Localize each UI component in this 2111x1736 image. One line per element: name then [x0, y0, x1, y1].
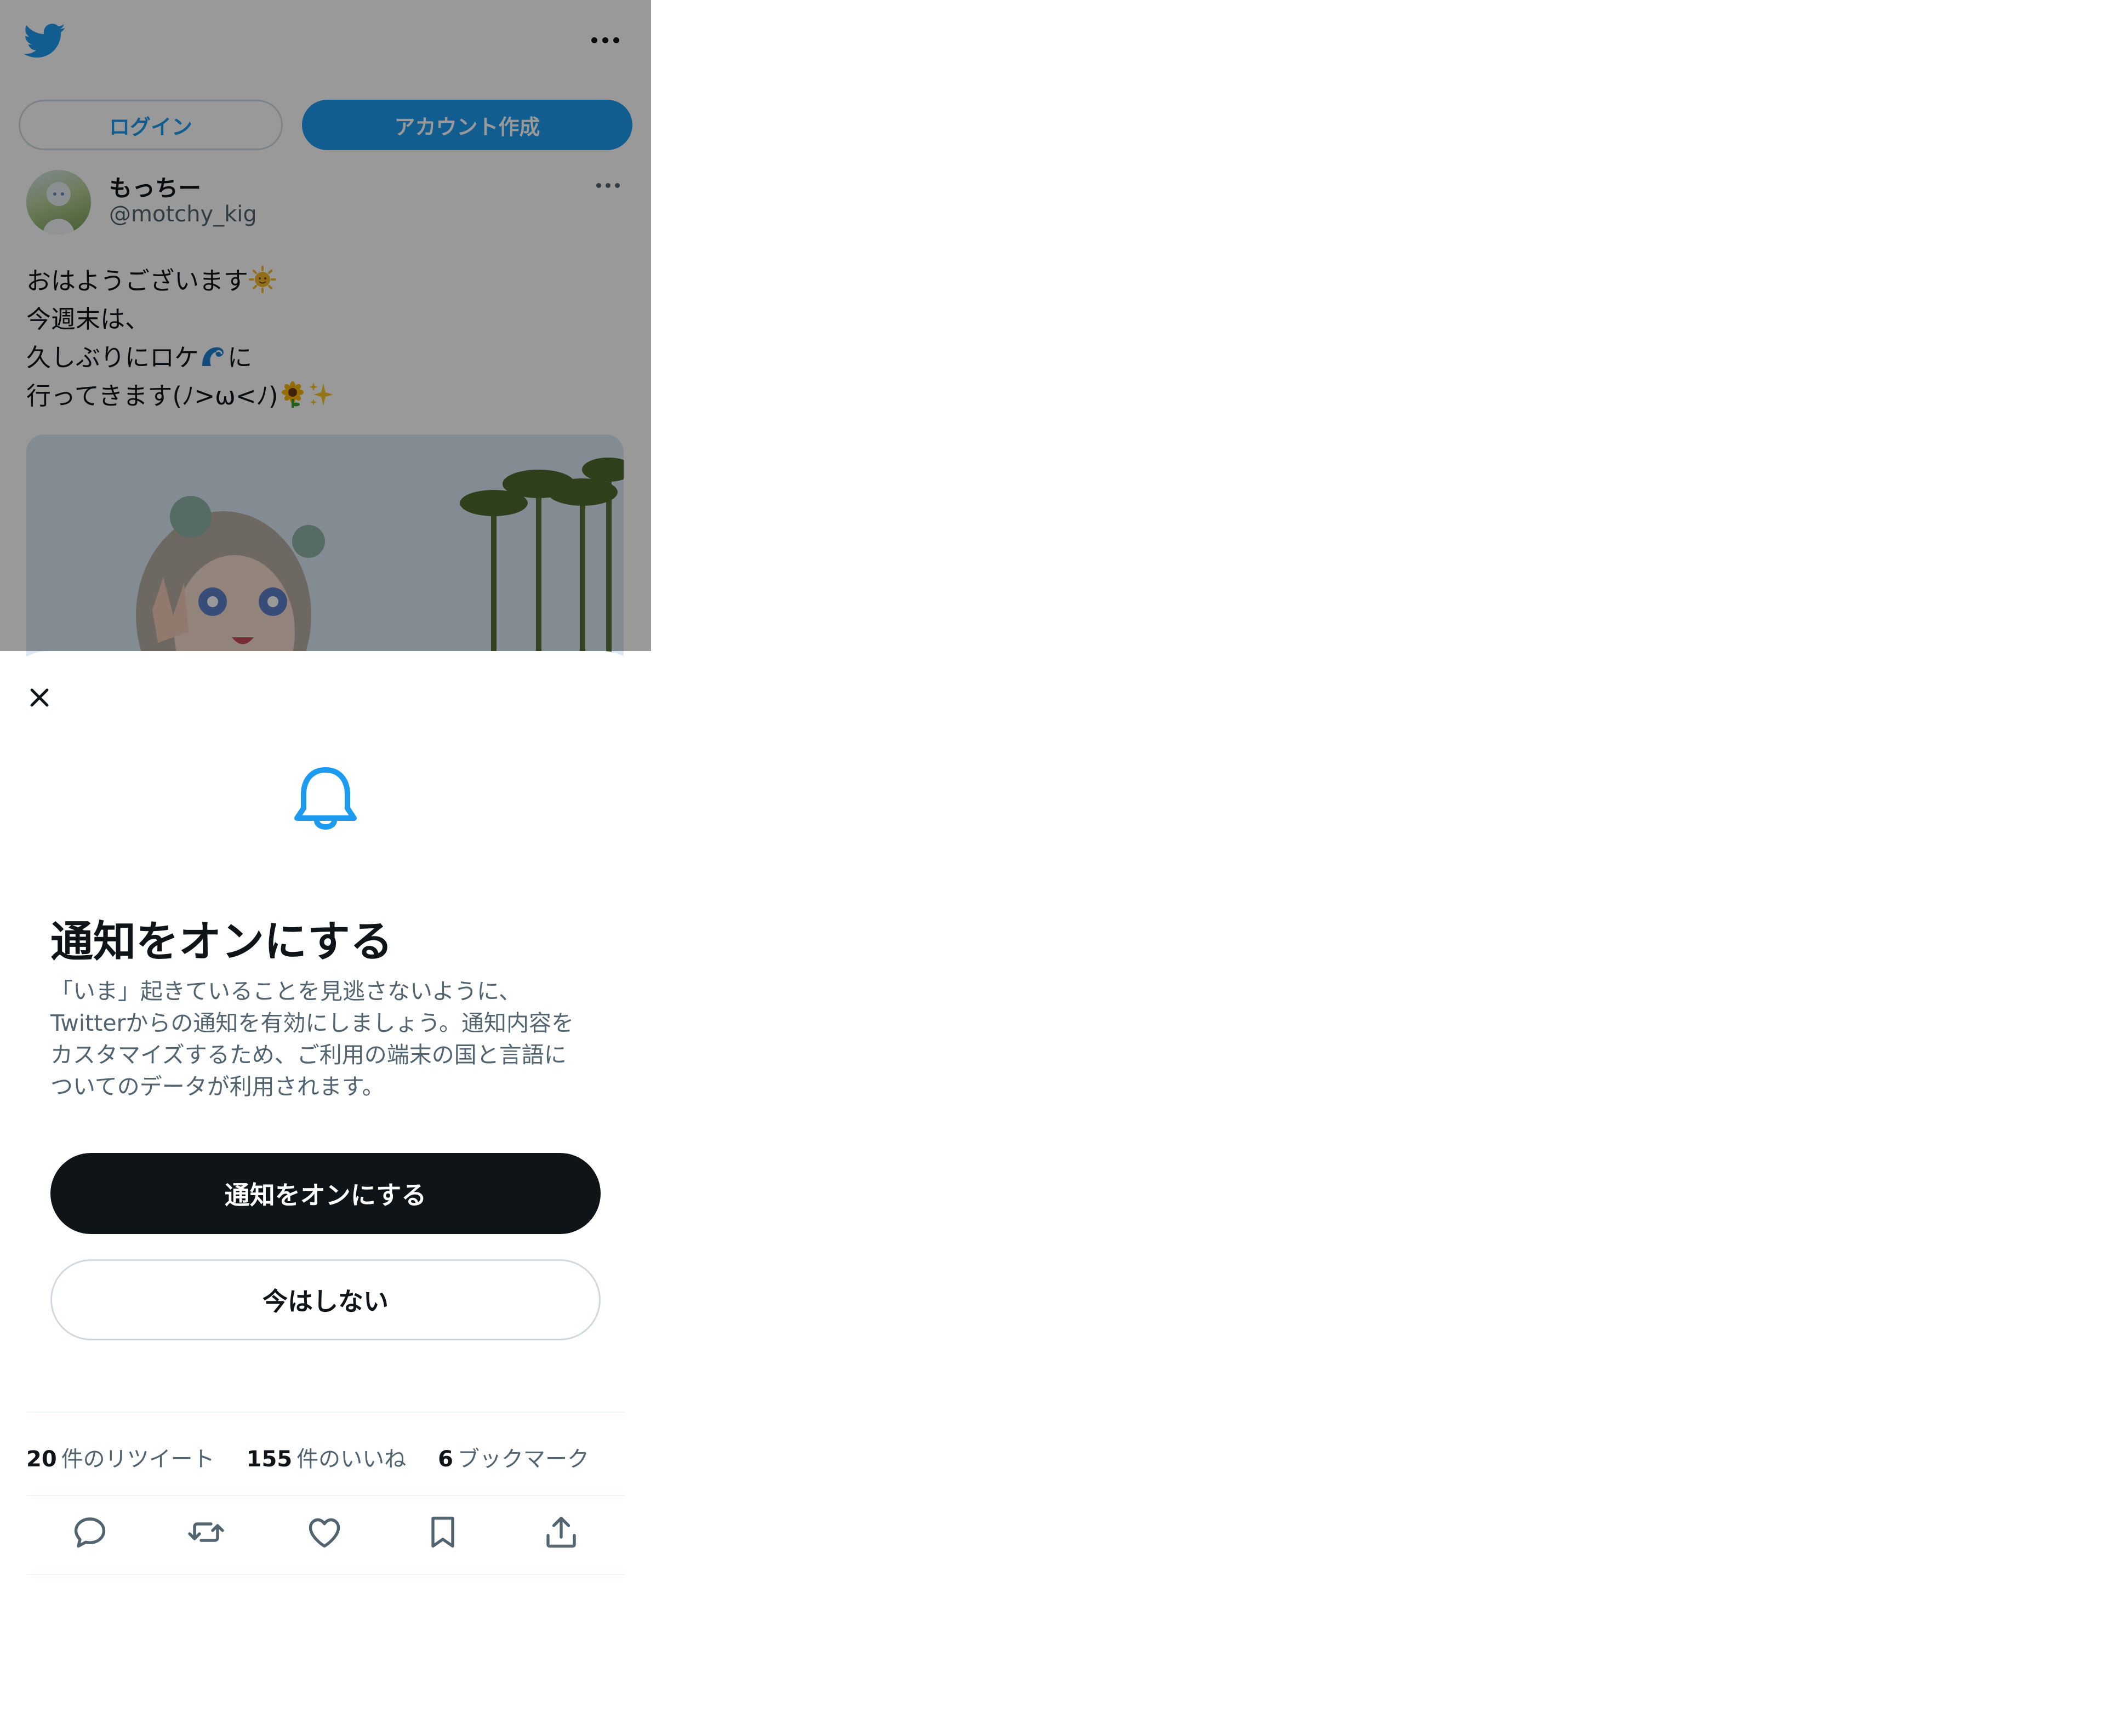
description-line: ついてのデータが利用されます。 [50, 1073, 385, 1100]
enable-notifications-button[interactable]: 通知をオンにする [50, 1153, 601, 1234]
description-line: Twitterからの通知を有効にしましょう。通知内容を [50, 1010, 574, 1036]
likes-stat[interactable]: 155 件のいいね [247, 1441, 407, 1474]
bookmarks-label: ブックマーク [458, 1447, 590, 1472]
tweet-stats: 20 件のリツイート 155 件のいいね 6 ブックマーク [26, 1441, 589, 1474]
retweets-count: 20 [26, 1447, 57, 1472]
not-now-button[interactable]: 今はしない [50, 1259, 601, 1340]
reply-icon[interactable] [70, 1512, 110, 1552]
close-icon[interactable] [23, 681, 56, 714]
sheet-description: 「いま」起きていることを見逃さないように、 Twitterからの通知を有効にしま… [50, 975, 609, 1103]
bookmark-icon[interactable] [423, 1512, 463, 1552]
tweet-actions [26, 1512, 625, 1558]
divider [26, 1574, 625, 1575]
divider [26, 1412, 625, 1413]
mobile-app: ログイン アカウント作成 もっちー @motchy_kig おはようございます … [0, 0, 651, 1736]
likes-label: 件のいいね [296, 1447, 407, 1472]
sheet-title: 通知をオンにする [50, 917, 393, 967]
retweets-stat[interactable]: 20 件のリツイート [26, 1441, 215, 1474]
bookmarks-count: 6 [438, 1447, 454, 1472]
description-line: 「いま」起きていることを見逃さないように、 [50, 978, 521, 1004]
bookmarks-stat[interactable]: 6 ブックマーク [438, 1441, 589, 1474]
like-icon[interactable] [305, 1512, 344, 1552]
retweets-label: 件のリツイート [61, 1447, 215, 1472]
description-line: カスタマイズするため、ご利用の端末の国と言語に [50, 1042, 567, 1068]
retweet-icon[interactable] [186, 1512, 226, 1552]
bell-icon [294, 767, 357, 830]
likes-count: 155 [246, 1447, 293, 1472]
share-icon[interactable] [541, 1512, 581, 1552]
modal-backdrop[interactable] [0, 0, 651, 651]
divider [26, 1495, 625, 1496]
